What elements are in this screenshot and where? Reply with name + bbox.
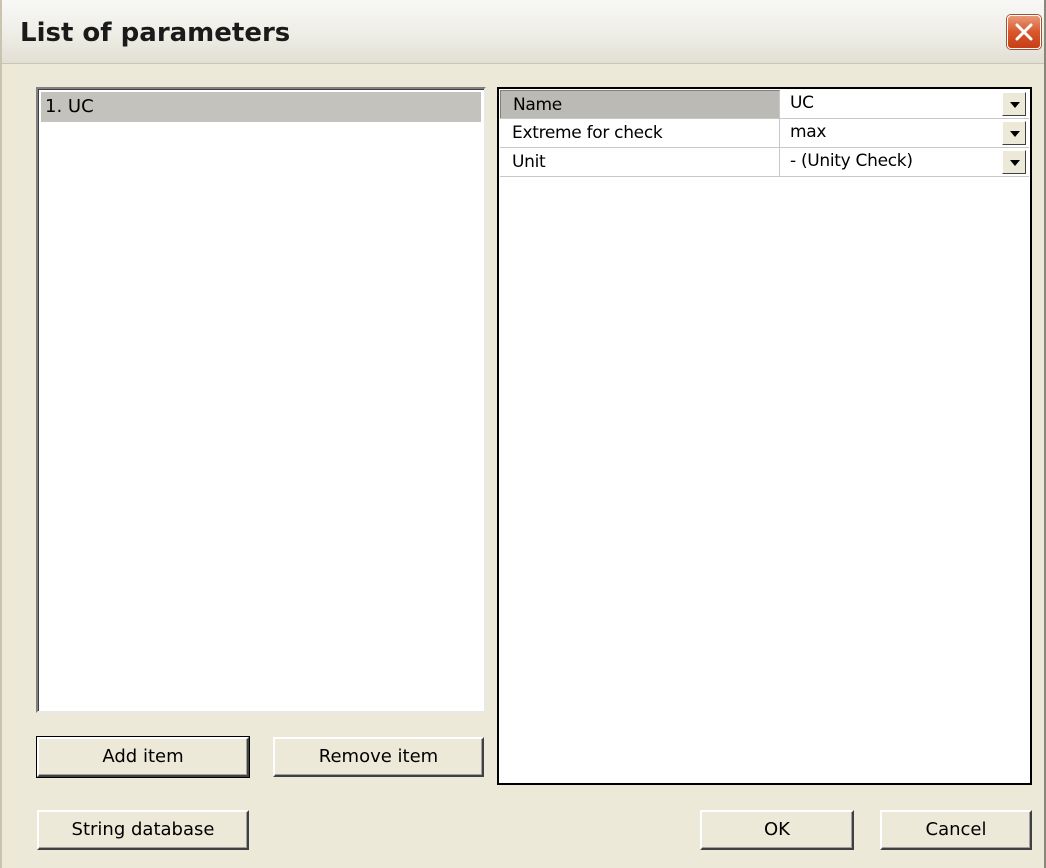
list-of-parameters-dialog: List of parameters 1. UC Add item Remove… [0, 0, 1046, 868]
add-item-button-label: Add item [102, 746, 184, 767]
property-grid: Name UC Extreme for check max Unit - (Un… [497, 87, 1032, 785]
property-row-name[interactable]: Name UC [500, 90, 1029, 119]
add-item-button[interactable]: Add item [36, 736, 250, 778]
title-bar[interactable]: List of parameters [2, 0, 1044, 64]
remove-item-button-label: Remove item [318, 746, 439, 767]
ok-button[interactable]: OK [700, 810, 854, 850]
chevron-down-icon [1010, 131, 1020, 137]
close-button[interactable] [1007, 15, 1041, 49]
cancel-button[interactable]: Cancel [880, 810, 1032, 850]
close-x-icon [1015, 23, 1033, 41]
cancel-button-label: Cancel [925, 819, 987, 840]
parameter-list[interactable]: 1. UC [36, 87, 486, 713]
dropdown-button[interactable] [1002, 150, 1026, 174]
property-row-extreme[interactable]: Extreme for check max [500, 119, 1029, 148]
property-name-label: Unit [500, 148, 780, 176]
remove-item-button[interactable]: Remove item [273, 737, 484, 777]
dropdown-button[interactable] [1002, 92, 1026, 116]
dropdown-button[interactable] [1002, 121, 1026, 145]
property-row-unit[interactable]: Unit - (Unity Check) [500, 148, 1029, 177]
property-value-extreme[interactable]: max [782, 119, 1010, 147]
chevron-down-icon [1010, 160, 1020, 166]
string-database-button[interactable]: String database [37, 810, 249, 850]
chevron-down-icon [1010, 102, 1020, 108]
property-name-label: Name [500, 90, 780, 118]
window-title: List of parameters [20, 18, 291, 48]
property-value-name[interactable]: UC [782, 90, 1010, 118]
ok-button-label: OK [764, 819, 790, 840]
property-value-unit[interactable]: - (Unity Check) [782, 148, 1010, 176]
string-database-button-label: String database [71, 819, 215, 840]
list-item[interactable]: 1. UC [41, 92, 481, 122]
property-name-label: Extreme for check [500, 119, 780, 147]
